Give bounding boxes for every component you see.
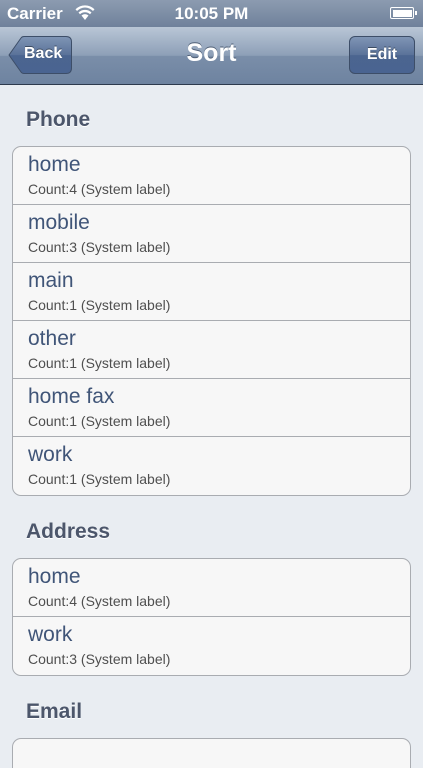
label-title: home [28,153,81,176]
email-label-group [12,738,411,768]
list-item[interactable]: work Count:1 (System label) [13,437,410,495]
label-count: Count:1 (System label) [28,413,171,429]
list-item[interactable]: work Count:3 (System label) [13,617,410,675]
label-count: Count:3 (System label) [28,239,171,255]
label-count: Count:4 (System label) [28,593,171,609]
list-item[interactable]: home fax Count:1 (System label) [13,379,410,437]
label-count: Count:1 (System label) [28,297,171,313]
navigation-bar: Back Sort Edit [0,27,423,85]
list-item[interactable]: home Count:4 (System label) [13,559,410,617]
label-count: Count:1 (System label) [28,471,171,487]
section-header-email: Email [26,700,83,723]
label-title: work [28,443,73,466]
label-title: home [28,565,81,588]
label-count: Count:4 (System label) [28,181,171,197]
address-label-group: home Count:4 (System label) work Count:3… [12,558,411,676]
label-title: main [28,269,74,292]
label-title: other [28,327,76,350]
battery-icon [390,7,417,19]
section-header-phone: Phone [26,108,91,131]
label-title: home fax [28,385,115,408]
list-item[interactable]: main Count:1 (System label) [13,263,410,321]
phone-label-group: home Count:4 (System label) mobile Count… [12,146,411,496]
label-title: work [28,623,73,646]
edit-button[interactable]: Edit [349,36,415,74]
list-item[interactable]: home Count:4 (System label) [13,147,410,205]
label-count: Count:1 (System label) [28,355,171,371]
label-title: mobile [28,211,90,234]
section-header-address: Address [26,520,111,543]
label-count: Count:3 (System label) [28,651,171,667]
list-item[interactable]: mobile Count:3 (System label) [13,205,410,263]
status-time: 10:05 PM [174,4,249,23]
status-bar: Carrier 10:05 PM [0,0,423,27]
list-item[interactable]: other Count:1 (System label) [13,321,410,379]
